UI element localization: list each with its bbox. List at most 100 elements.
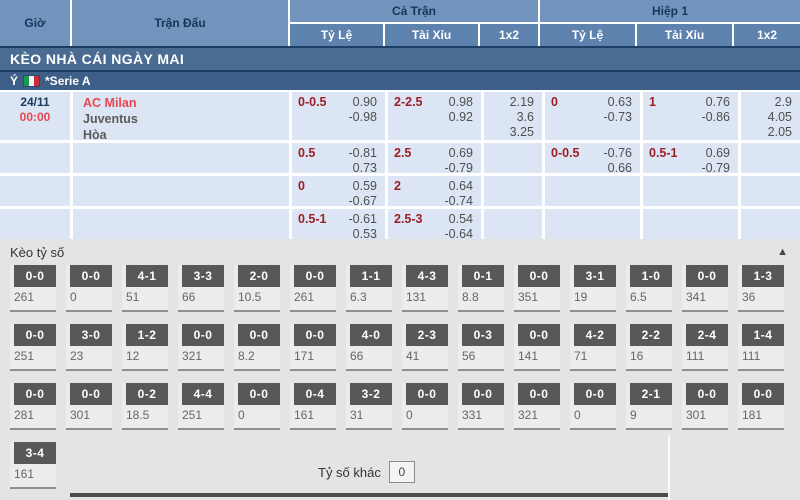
half-handicap-cell[interactable] — [545, 176, 640, 206]
half-1x2-cell[interactable] — [741, 209, 800, 239]
score-cell[interactable]: 0-0261 — [10, 265, 56, 312]
score-button[interactable]: 0-1 — [462, 265, 504, 287]
score-button[interactable]: 0-0 — [70, 383, 112, 405]
score-button[interactable]: 0-0 — [686, 265, 728, 287]
score-button[interactable]: 1-4 — [742, 324, 784, 346]
score-cell[interactable]: 3-119 — [570, 265, 616, 312]
score-cell[interactable]: 4-3131 — [402, 265, 448, 312]
score-cell[interactable]: 0-0261 — [290, 265, 336, 312]
half-overunder-cell[interactable]: 10.76-0.86 — [643, 92, 738, 140]
score-cell[interactable]: 0-0171 — [290, 324, 336, 371]
half-overunder-cell[interactable]: 0.5-10.69-0.79 — [643, 143, 738, 173]
score-button[interactable]: 0-0 — [742, 383, 784, 405]
score-button[interactable]: 4-3 — [406, 265, 448, 287]
score-cell[interactable]: 0-0341 — [682, 265, 728, 312]
score-cell[interactable]: 0-18.8 — [458, 265, 504, 312]
score-button[interactable]: 0-2 — [126, 383, 168, 405]
score-button[interactable]: 1-1 — [350, 265, 392, 287]
score-button[interactable]: 0-0 — [686, 383, 728, 405]
score-button[interactable]: 0-0 — [406, 383, 448, 405]
score-button[interactable]: 0-0 — [518, 324, 560, 346]
full-1x2-cell[interactable] — [484, 176, 542, 206]
score-cell[interactable]: 4-151 — [122, 265, 168, 312]
half-overunder-cell[interactable] — [643, 176, 738, 206]
score-cell[interactable]: 0-0281 — [10, 383, 56, 430]
score-cell[interactable]: 0-218.5 — [122, 383, 168, 430]
score-cell[interactable]: 1-06.5 — [626, 265, 672, 312]
score-button[interactable]: 0-0 — [518, 383, 560, 405]
score-cell[interactable]: 0-0351 — [514, 265, 560, 312]
score-button[interactable]: 4-4 — [182, 383, 224, 405]
league-row[interactable]: Ý *Serie A — [0, 72, 800, 90]
full-handicap-cell[interactable]: 0-0.50.90-0.98 — [292, 92, 385, 140]
score-cell[interactable]: 0-0321 — [514, 383, 560, 430]
score-button[interactable]: 0-0 — [238, 383, 280, 405]
score-button[interactable]: 0-0 — [294, 324, 336, 346]
score-button[interactable]: 3-3 — [182, 265, 224, 287]
score-cell[interactable]: 4-4251 — [178, 383, 224, 430]
score-button[interactable]: 2-2 — [630, 324, 672, 346]
score-button[interactable]: 0-0 — [182, 324, 224, 346]
score-cell[interactable]: 2-19 — [626, 383, 672, 430]
full-overunder-cell[interactable]: 2-2.50.980.92 — [388, 92, 481, 140]
full-overunder-cell[interactable]: 2.50.69-0.79 — [388, 143, 481, 173]
score-button[interactable]: 3-0 — [70, 324, 112, 346]
full-1x2-cell[interactable]: 2.193.63.25 — [484, 92, 542, 140]
score-button[interactable]: 3-2 — [350, 383, 392, 405]
score-cell[interactable]: 1-212 — [122, 324, 168, 371]
score-button[interactable]: 4-2 — [574, 324, 616, 346]
score-button[interactable]: 4-1 — [126, 265, 168, 287]
score-cell[interactable]: 0-00 — [402, 383, 448, 430]
score-cell[interactable]: 3-4161 — [10, 442, 56, 489]
collapse-arrow-icon[interactable]: ▲ — [777, 247, 788, 258]
score-button[interactable]: 0-3 — [462, 324, 504, 346]
half-handicap-cell[interactable]: 0-0.5-0.760.66 — [545, 143, 640, 173]
score-cell[interactable]: 0-0321 — [178, 324, 224, 371]
full-overunder-cell[interactable]: 20.64-0.74 — [388, 176, 481, 206]
score-button[interactable]: 4-0 — [350, 324, 392, 346]
full-handicap-cell[interactable]: 00.59-0.67 — [292, 176, 385, 206]
score-cell[interactable]: 0-00 — [66, 265, 112, 312]
score-cell[interactable]: 1-336 — [738, 265, 784, 312]
score-button[interactable]: 3-1 — [574, 265, 616, 287]
score-cell[interactable]: 0-0301 — [66, 383, 112, 430]
full-1x2-cell[interactable] — [484, 209, 542, 239]
score-cell[interactable]: 0-0251 — [10, 324, 56, 371]
score-cell[interactable]: 2-010.5 — [234, 265, 280, 312]
score-button[interactable]: 1-0 — [630, 265, 672, 287]
score-cell[interactable]: 2-216 — [626, 324, 672, 371]
score-cell[interactable]: 2-341 — [402, 324, 448, 371]
full-handicap-cell[interactable]: 0.5-1-0.610.53 — [292, 209, 385, 239]
score-button[interactable]: 2-3 — [406, 324, 448, 346]
full-overunder-cell[interactable]: 2.5-30.54-0.64 — [388, 209, 481, 239]
score-button[interactable]: 0-0 — [574, 383, 616, 405]
score-button[interactable]: 2-4 — [686, 324, 728, 346]
horizontal-scrollbar[interactable] — [70, 493, 668, 497]
score-cell[interactable]: 1-16.3 — [346, 265, 392, 312]
score-cell[interactable]: 1-4111 — [738, 324, 784, 371]
score-button[interactable]: 0-0 — [238, 324, 280, 346]
half-1x2-cell[interactable] — [741, 176, 800, 206]
score-button[interactable]: 0-0 — [70, 265, 112, 287]
score-cell[interactable]: 3-023 — [66, 324, 112, 371]
score-cell[interactable]: 0-0141 — [514, 324, 560, 371]
score-button[interactable]: 0-0 — [14, 383, 56, 405]
score-cell[interactable]: 3-366 — [178, 265, 224, 312]
score-cell[interactable]: 0-0181 — [738, 383, 784, 430]
score-button[interactable]: 0-0 — [294, 265, 336, 287]
half-handicap-cell[interactable]: 00.63-0.73 — [545, 92, 640, 140]
score-button[interactable]: 0-0 — [518, 265, 560, 287]
score-cell[interactable]: 3-231 — [346, 383, 392, 430]
score-cell[interactable]: 0-00 — [234, 383, 280, 430]
score-cell[interactable]: 2-4111 — [682, 324, 728, 371]
score-cell[interactable]: 0-00 — [570, 383, 616, 430]
score-button[interactable]: 0-0 — [462, 383, 504, 405]
score-cell[interactable]: 0-0301 — [682, 383, 728, 430]
score-button[interactable]: 0-4 — [294, 383, 336, 405]
half-handicap-cell[interactable] — [545, 209, 640, 239]
score-cell[interactable]: 4-066 — [346, 324, 392, 371]
full-1x2-cell[interactable] — [484, 143, 542, 173]
score-button[interactable]: 0-0 — [14, 324, 56, 346]
full-handicap-cell[interactable]: 0.5-0.810.73 — [292, 143, 385, 173]
half-overunder-cell[interactable] — [643, 209, 738, 239]
